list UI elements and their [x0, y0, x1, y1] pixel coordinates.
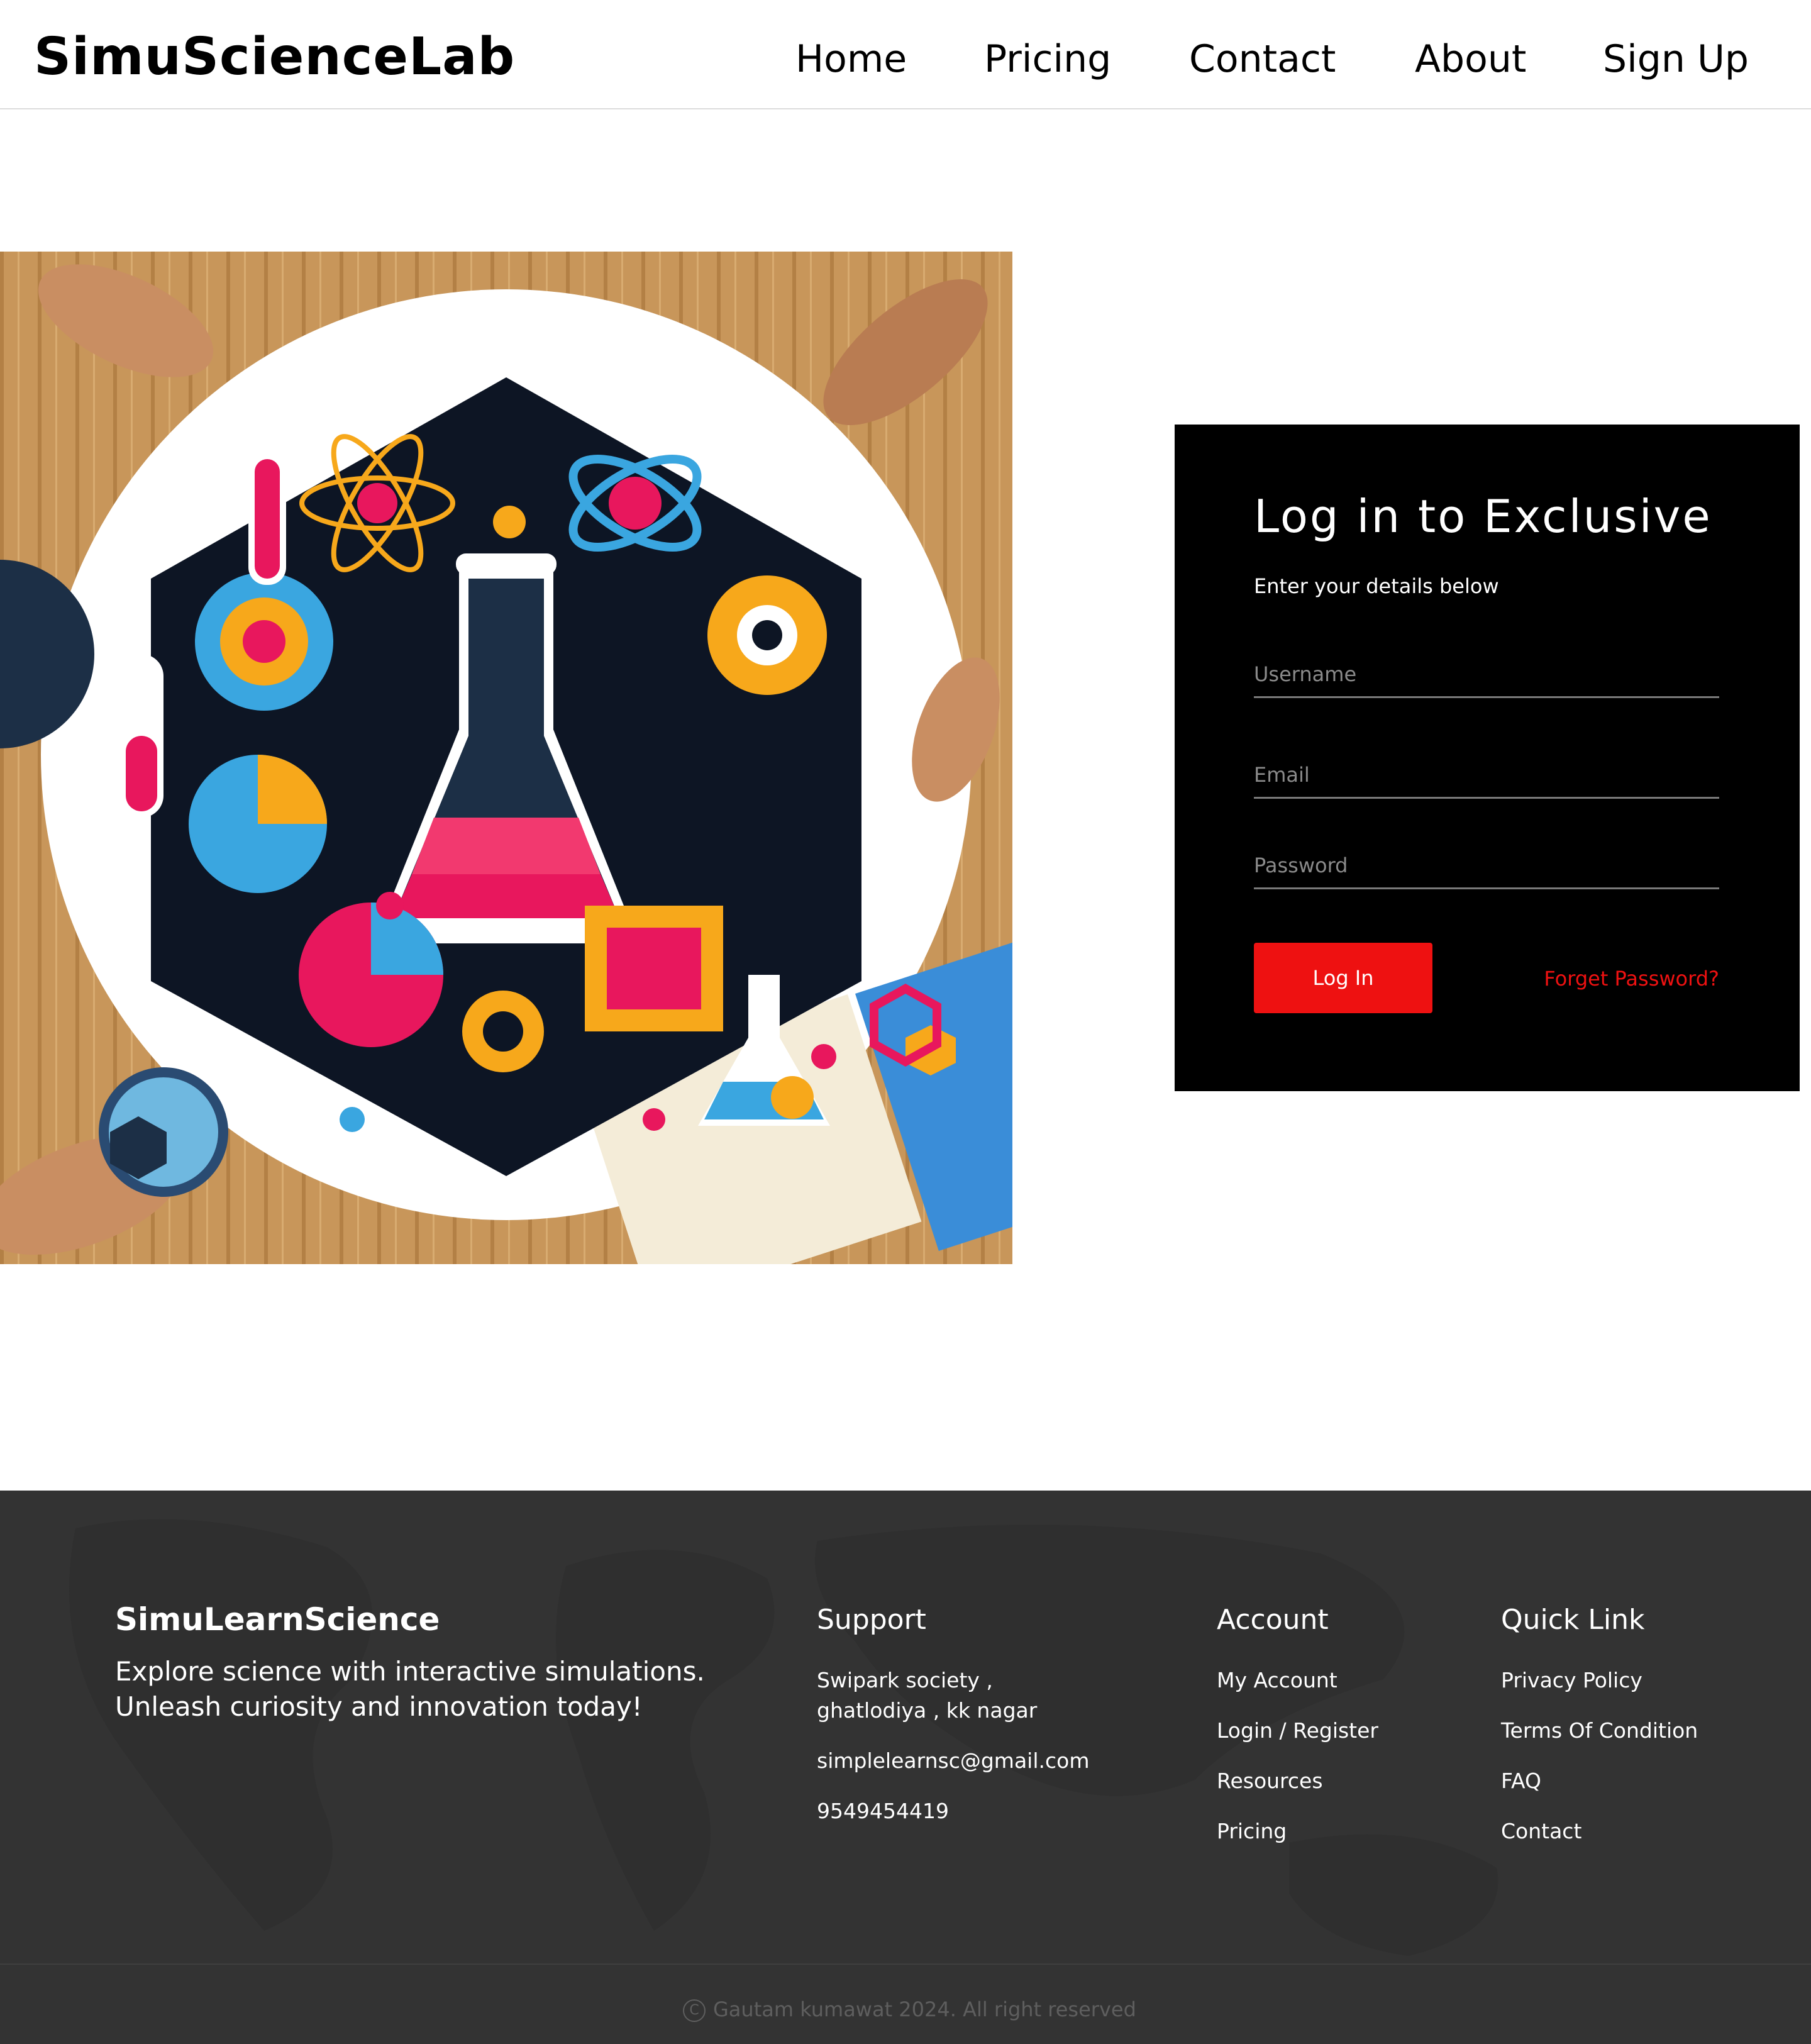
support-phone[interactable]: 9549454419: [817, 1796, 1106, 1826]
support-email[interactable]: simplelearnsc@gmail.com: [817, 1746, 1106, 1776]
footer-link-my-account[interactable]: My Account: [1217, 1665, 1378, 1696]
site-logo[interactable]: SimuScienceLab: [34, 31, 515, 83]
footer-link-pricing[interactable]: Pricing: [1217, 1816, 1378, 1847]
footer-account: Account My Account Login / Register Reso…: [1217, 1606, 1378, 1867]
password-input[interactable]: [1254, 853, 1719, 889]
nav-pricing[interactable]: Pricing: [984, 40, 1111, 78]
footer-link-contact[interactable]: Contact: [1501, 1816, 1698, 1847]
nav-about[interactable]: About: [1415, 40, 1526, 78]
nav-home[interactable]: Home: [795, 40, 907, 78]
footer-quick-link: Quick Link Privacy Policy Terms Of Condi…: [1501, 1606, 1698, 1867]
nav-sign-up[interactable]: Sign Up: [1603, 40, 1749, 78]
copyright-text: Gautam kumawat 2024. All right reserved: [713, 1997, 1136, 2021]
copyright-icon: C: [683, 1999, 706, 2022]
footer-support-title: Support: [817, 1604, 926, 1636]
nav-contact[interactable]: Contact: [1189, 40, 1336, 78]
forgot-password-link[interactable]: Forget Password?: [1544, 967, 1719, 991]
username-input[interactable]: [1254, 662, 1719, 698]
footer-link-faq[interactable]: FAQ: [1501, 1766, 1698, 1796]
footer-support: Support Swipark society , ghatlodiya , k…: [817, 1606, 1106, 1847]
log-in-button[interactable]: Log In: [1254, 943, 1432, 1013]
footer-brand: SimuLearnScience: [115, 1601, 440, 1638]
footer-link-privacy-policy[interactable]: Privacy Policy: [1501, 1665, 1698, 1696]
email-input[interactable]: [1254, 763, 1719, 799]
support-address: Swipark society , ghatlodiya , kk nagar: [817, 1668, 1038, 1723]
login-panel: Log in to Exclusive Enter your details b…: [1175, 425, 1800, 1091]
footer-quick-link-title: Quick Link: [1501, 1604, 1645, 1636]
copyright: C Gautam kumawat 2024. All right reserved: [683, 1997, 1136, 2022]
login-subtitle: Enter your details below: [1254, 574, 1499, 598]
footer-account-title: Account: [1217, 1604, 1329, 1636]
site-footer: SimuLearnScience Explore science with in…: [0, 1491, 1811, 2044]
science-lab-illustration: [0, 252, 1012, 1264]
login-title: Log in to Exclusive: [1254, 490, 1712, 543]
site-header: SimuScienceLab Home Pricing Contact Abou…: [0, 0, 1811, 109]
footer-link-terms[interactable]: Terms Of Condition: [1501, 1716, 1698, 1746]
footer-link-login-register[interactable]: Login / Register: [1217, 1716, 1378, 1746]
footer-tagline: Explore science with interactive simulat…: [115, 1656, 705, 1722]
footer-link-resources[interactable]: Resources: [1217, 1766, 1378, 1796]
